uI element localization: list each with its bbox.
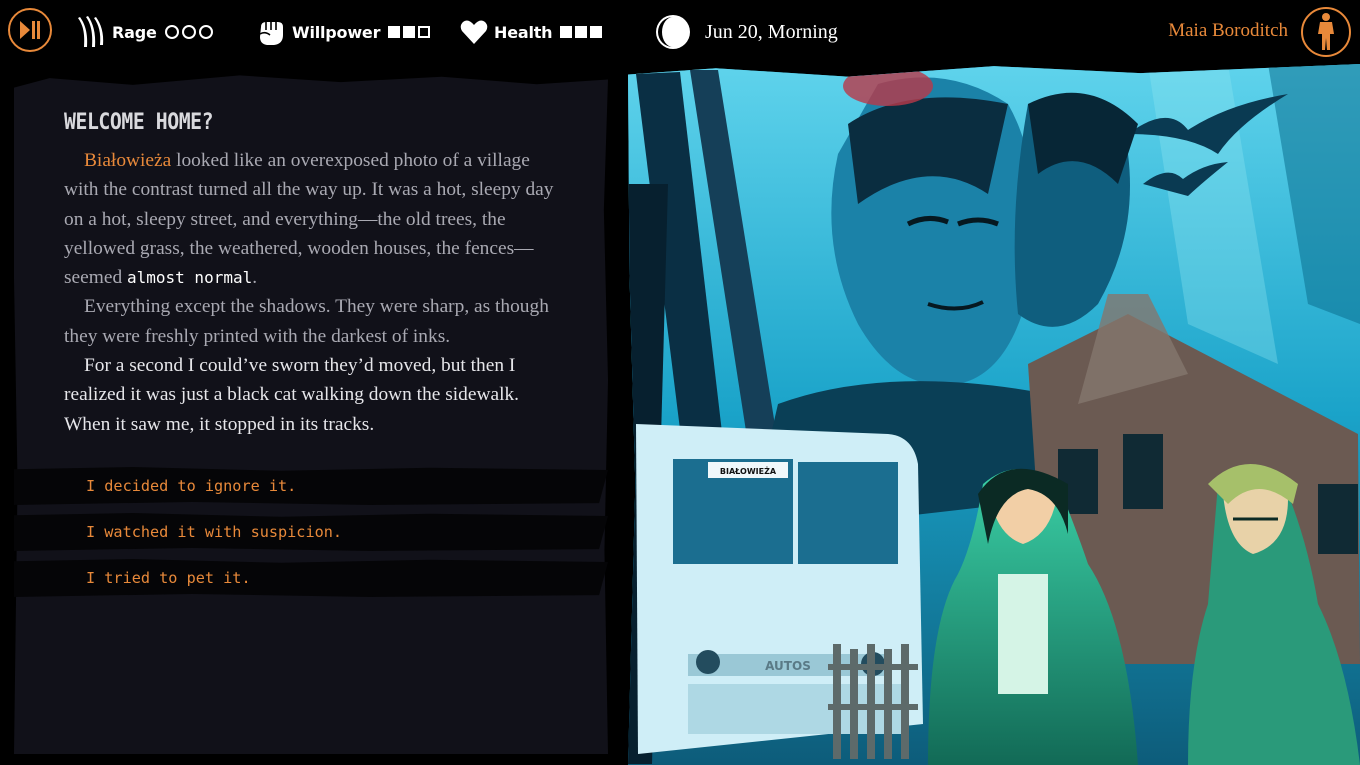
story-text: Białowieża looked like an overexposed ph… [64,146,564,439]
story-emphasis: almost normal [127,268,253,288]
story-paragraph-3: For a second I could’ve sworn they’d mov… [64,355,519,435]
play-pause-icon [20,21,40,39]
scene-title: WELCOME HOME? [64,110,214,135]
bus-destination-sign: BIAŁOWIEŻA [720,466,777,476]
willpower-label: Willpower [292,22,381,42]
willpower-pip [388,26,401,38]
rage-pip [164,25,179,39]
willpower-pips [388,26,431,38]
willpower-pip [403,26,416,38]
scene-illustration: BIAŁOWIEŻA AUTOS [628,64,1360,765]
health-pip [560,26,573,38]
rage-stat: Rage [76,16,213,47]
willpower-pip [418,26,431,38]
character-silhouette-icon [1318,13,1334,50]
fist-icon [259,22,283,45]
choice-option[interactable]: I decided to ignore it. [14,467,608,505]
health-pip [575,26,588,38]
story-p1-end: . [252,267,258,289]
rage-pip [198,25,213,39]
top-hud-bar: Rage Willpower Health Jun 20, Morning Ma… [0,0,1360,64]
choice-label: I decided to ignore it. [86,477,297,495]
story-paragraph-2: Everything except the shadows. They were… [64,296,549,347]
rage-pip [181,25,196,39]
player-name: Maia Boroditch [1168,20,1288,41]
choice-option[interactable]: I watched it with suspicion. [14,513,608,551]
place-link[interactable]: Białowieża [84,150,171,171]
health-label: Health [494,22,553,42]
health-stat: Health [460,17,603,47]
health-pip [590,26,603,38]
choice-option[interactable]: I tried to pet it. [14,559,608,597]
health-pips [560,26,603,38]
menu-button[interactable] [8,8,52,52]
choice-label: I tried to pet it. [86,569,251,587]
choice-label: I watched it with suspicion. [86,523,343,541]
rage-pips [164,25,213,39]
date-label: Jun 20, Morning [705,20,838,43]
rage-label: Rage [112,22,157,42]
willpower-stat: Willpower [256,17,431,47]
heart-icon [460,20,488,44]
claw-marks-icon [78,16,104,47]
time-indicator: Jun 20, Morning [655,15,838,49]
moon-phase-icon [656,15,690,49]
story-paragraph-1: Białowieża looked like an overexposed ph… [64,146,564,292]
character-sheet-button[interactable] [1301,7,1351,57]
bus-badge: AUTOS [765,659,811,673]
illustration-art: BIAŁOWIEŻA AUTOS [628,64,1360,765]
